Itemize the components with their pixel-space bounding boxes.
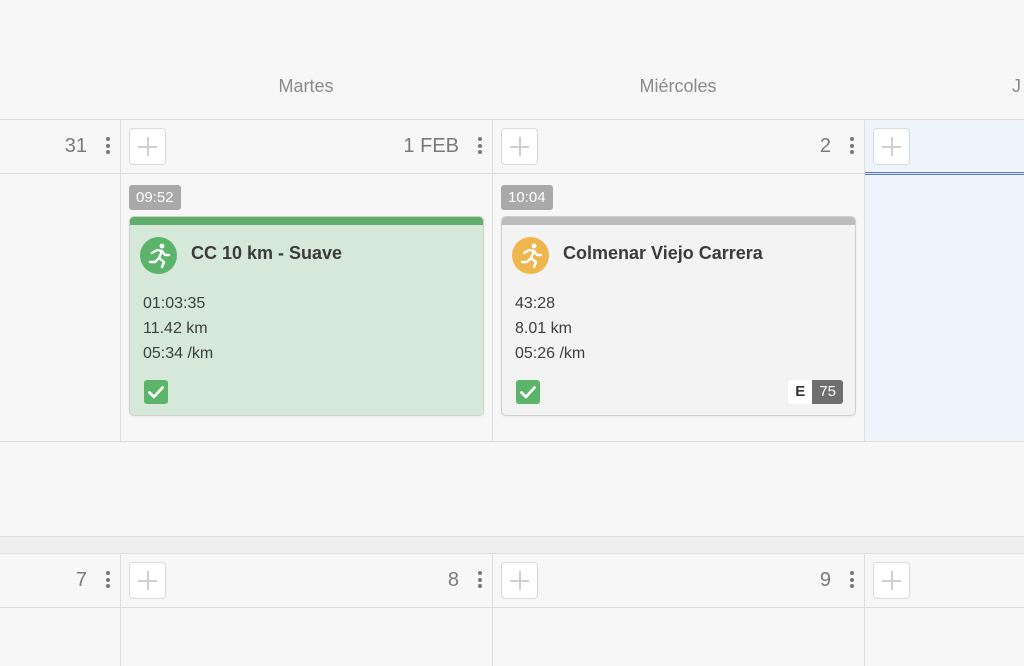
day-menu-icon[interactable] [105,571,111,591]
day-menu-icon[interactable] [849,571,855,591]
effort-badge: E 75 [788,380,843,404]
add-workout-button[interactable] [501,562,538,599]
day-menu-icon[interactable] [849,137,855,157]
running-icon [140,237,177,274]
running-icon [512,237,549,274]
day-menu-icon[interactable] [477,571,483,591]
activity-distance: 11.42 km [143,320,208,337]
checkmark-icon [144,380,168,404]
date-label-tuesday: 1 FEB [403,135,459,157]
date-label-wednesday: 2 [819,135,831,157]
add-workout-button[interactable] [873,562,910,599]
activity-pace: 05:26 /km [515,345,586,362]
activity-status-bar [502,217,855,225]
add-workout-button[interactable] [129,562,166,599]
day-menu-icon[interactable] [105,137,111,157]
activity-time-badge: 09:52 [129,185,181,210]
activity-duration: 43:28 [515,295,556,312]
day-header-wednesday: Miércoles [639,76,717,96]
activity-title: Colmenar Viejo Carrera [563,243,763,263]
day-menu-icon[interactable] [477,137,483,157]
effort-value: 75 [812,380,843,404]
date-label-monday: 7 [75,569,87,591]
activity-status-bar [130,217,483,225]
activity-card[interactable]: Colmenar Viejo Carrera 43:28 8.01 km 05:… [501,216,856,416]
day-header-thursday: J [1012,76,1021,96]
date-label-wednesday: 9 [819,569,831,591]
activity-time-badge: 10:04 [501,185,553,210]
effort-label: E [788,380,813,404]
activity-duration: 01:03:35 [143,295,206,312]
today-column [865,120,1024,441]
add-workout-button[interactable] [129,128,166,165]
activity-title: CC 10 km - Suave [191,243,343,263]
day-header-tuesday: Martes [278,76,334,96]
add-workout-button[interactable] [873,128,910,165]
activity-card[interactable]: CC 10 km - Suave 01:03:35 11.42 km 05:34… [129,216,484,416]
add-workout-button[interactable] [501,128,538,165]
date-label-monday: 31 [64,135,87,157]
checkmark-icon [516,380,540,404]
activity-distance: 8.01 km [515,320,572,337]
activity-pace: 05:34 /km [143,345,214,362]
date-label-tuesday: 8 [447,569,459,591]
